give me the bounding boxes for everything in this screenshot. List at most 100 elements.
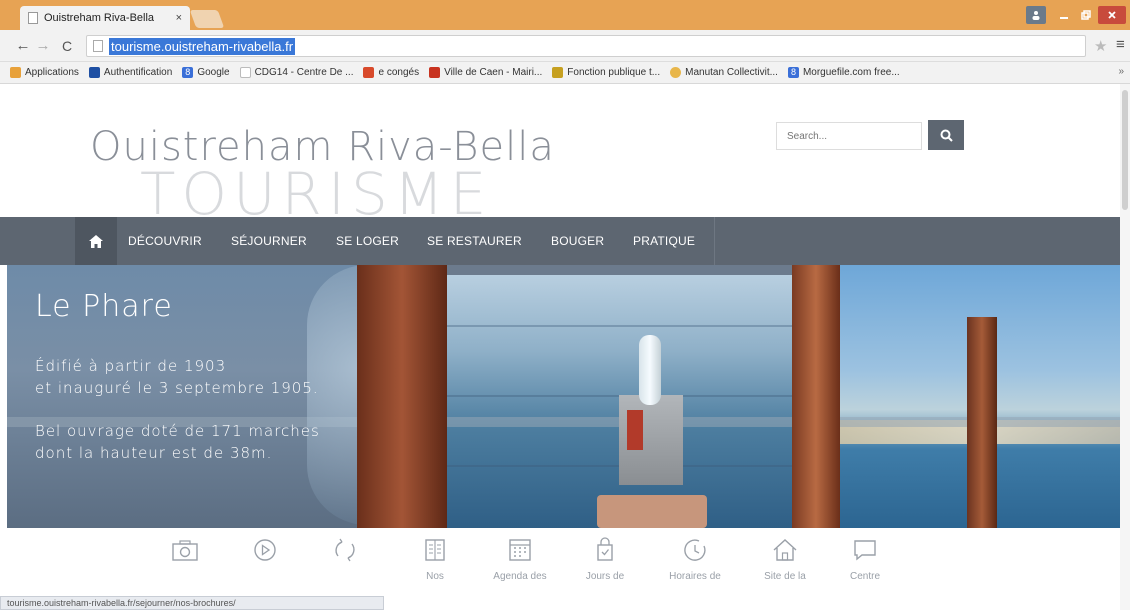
tab-title: Ouistreham Riva-Bella xyxy=(44,12,155,24)
bookmarks-overflow-icon[interactable]: » xyxy=(1118,66,1124,77)
search-icon xyxy=(940,129,953,142)
bookmark-label: Applications xyxy=(25,67,79,78)
nav-divider xyxy=(714,217,715,265)
forward-arrow-icon[interactable]: → xyxy=(34,36,52,56)
bookmark-item[interactable]: Ville de Caen - Mairi... xyxy=(429,67,542,78)
nav-item-pratique[interactable]: PRATIQUE xyxy=(633,217,695,265)
browser-toolbar: ← → C tourisme.ouistreham-rivabella.fr ★… xyxy=(0,30,1130,62)
shortcut-label: Jours de xyxy=(585,571,625,582)
nav-home-button[interactable] xyxy=(75,217,117,265)
nav-item-se-restaurer[interactable]: SE RESTAURER xyxy=(427,217,522,265)
shortcut-label: Centre xyxy=(849,571,880,582)
bookmark-item[interactable]: 8 Google xyxy=(182,67,230,78)
hero-pillar xyxy=(792,265,840,528)
lamp-stand xyxy=(597,495,707,528)
shortcut-label: Horaires de xyxy=(669,571,721,582)
lens-frame-line xyxy=(447,325,792,327)
bag-icon xyxy=(597,537,613,561)
shortcut-label: Agenda des xyxy=(493,571,547,582)
sun-icon xyxy=(670,67,682,78)
bookmark-item[interactable]: Fonction publique t... xyxy=(552,67,660,78)
g-icon xyxy=(552,67,564,78)
refresh-icon xyxy=(335,538,355,562)
shortcut-market-days[interactable]: Jours de xyxy=(570,537,640,582)
shortcut-visit[interactable] xyxy=(310,537,380,571)
bookmark-item[interactable]: CDG14 - Centre De ... xyxy=(239,67,354,78)
hero-text-line: Bel ouvrage doté de 171 marches xyxy=(35,422,320,440)
page-icon xyxy=(93,40,103,52)
tab-close-icon[interactable]: × xyxy=(176,12,182,24)
menu-icon[interactable]: ≡ xyxy=(1116,36,1125,53)
back-arrow-icon[interactable]: ← xyxy=(14,36,32,56)
window-close-button[interactable] xyxy=(1098,6,1126,24)
clock-icon xyxy=(684,539,706,561)
home-icon xyxy=(89,234,103,248)
url-text[interactable]: tourisme.ouistreham-rivabella.fr xyxy=(109,37,296,55)
nav-item-bouger[interactable]: BOUGER xyxy=(551,217,604,265)
hero-title: Le Phare xyxy=(35,289,173,324)
bookmark-label: Google xyxy=(197,67,230,78)
shortcut-agenda[interactable]: Agenda des xyxy=(485,537,555,582)
shortcut-photos[interactable] xyxy=(150,537,220,571)
main-nav: DÉCOUVRIR SÉJOURNER SE LOGER SE RESTAURE… xyxy=(0,217,1120,265)
apps-icon xyxy=(10,67,21,78)
hero-text-line: et inauguré le 3 septembre 1905. xyxy=(35,379,319,397)
bookmarks-bar: Applications Authentification 8 Google CD… xyxy=(0,62,1130,84)
address-bar[interactable]: tourisme.ouistreham-rivabella.fr xyxy=(86,35,1086,57)
bookmark-label: Fonction publique t... xyxy=(567,67,661,78)
play-icon xyxy=(254,539,276,561)
shortcut-brochures[interactable]: Nos xyxy=(400,537,470,582)
shortcut-label: Nos xyxy=(426,571,444,582)
hero-pillar xyxy=(357,265,447,528)
search-input[interactable] xyxy=(776,122,922,150)
page-icon xyxy=(28,12,38,24)
hero-text-line: dont la hauteur est de 38m. xyxy=(35,444,273,462)
minimize-button[interactable] xyxy=(1054,6,1074,24)
status-bar-url: tourisme.ouistreham-rivabella.fr/sejourn… xyxy=(0,596,384,610)
arrow-icon xyxy=(88,67,100,78)
bookmark-label: CDG14 - Centre De ... xyxy=(254,67,354,78)
scrollbar-thumb[interactable] xyxy=(1122,90,1128,210)
search-button[interactable] xyxy=(928,120,964,150)
shortcut-videos[interactable] xyxy=(230,537,300,571)
hero-slider[interactable]: Le Phare Édifié à partir de 1903 et inau… xyxy=(7,265,1120,528)
web-page: Ouistreham Riva-Bella TOURISME DÉCOUVRIR… xyxy=(0,84,1130,610)
chat-icon xyxy=(854,540,876,561)
book-icon xyxy=(425,539,445,561)
reload-icon[interactable]: C xyxy=(58,36,76,56)
shortcut-city-site[interactable]: Site de la xyxy=(750,537,820,582)
bookmark-item[interactable]: e congés xyxy=(363,67,419,78)
hero-text-line: Édifié à partir de 1903 xyxy=(35,357,227,375)
restore-button[interactable] xyxy=(1076,6,1096,24)
lamp-base-detail xyxy=(627,410,643,450)
nav-item-decouvrir[interactable]: DÉCOUVRIR xyxy=(128,217,202,265)
google-icon: 8 xyxy=(182,67,194,78)
flame-icon xyxy=(429,67,441,78)
hero-pillar xyxy=(967,317,997,528)
home-icon xyxy=(773,539,797,561)
gem-icon xyxy=(363,67,375,78)
calendar-icon xyxy=(509,539,531,561)
page-icon xyxy=(239,67,251,78)
bookmark-label: e congés xyxy=(378,67,420,78)
shortcut-hours[interactable]: Horaires de xyxy=(660,537,730,582)
bookmark-item[interactable]: Authentification xyxy=(88,67,173,78)
bookmark-item[interactable]: Manutan Collectivit... xyxy=(670,67,778,78)
user-icon[interactable] xyxy=(1026,6,1046,24)
new-tab-button[interactable] xyxy=(189,10,225,28)
bookmark-star-icon[interactable]: ★ xyxy=(1094,37,1107,55)
nav-item-sejourner[interactable]: SÉJOURNER xyxy=(231,217,307,265)
shortcut-center[interactable]: Centre xyxy=(830,537,900,582)
browser-tab[interactable]: Ouistreham Riva-Bella × xyxy=(20,6,190,30)
nav-item-se-loger[interactable]: SE LOGER xyxy=(336,217,399,265)
bookmark-item[interactable]: 8 Morguefile.com free... xyxy=(787,67,900,78)
google-icon: 8 xyxy=(787,67,799,78)
shortcut-label: Site de la xyxy=(764,571,806,582)
lamp-bulb xyxy=(639,335,661,405)
bookmark-label: Ville de Caen - Mairi... xyxy=(444,67,543,78)
bookmark-label: Manutan Collectivit... xyxy=(685,67,778,78)
bookmark-label: Morguefile.com free... xyxy=(802,67,900,78)
bookmark-item[interactable]: Applications xyxy=(10,67,79,78)
camera-icon xyxy=(172,540,198,561)
bookmark-label: Authentification xyxy=(103,67,173,78)
